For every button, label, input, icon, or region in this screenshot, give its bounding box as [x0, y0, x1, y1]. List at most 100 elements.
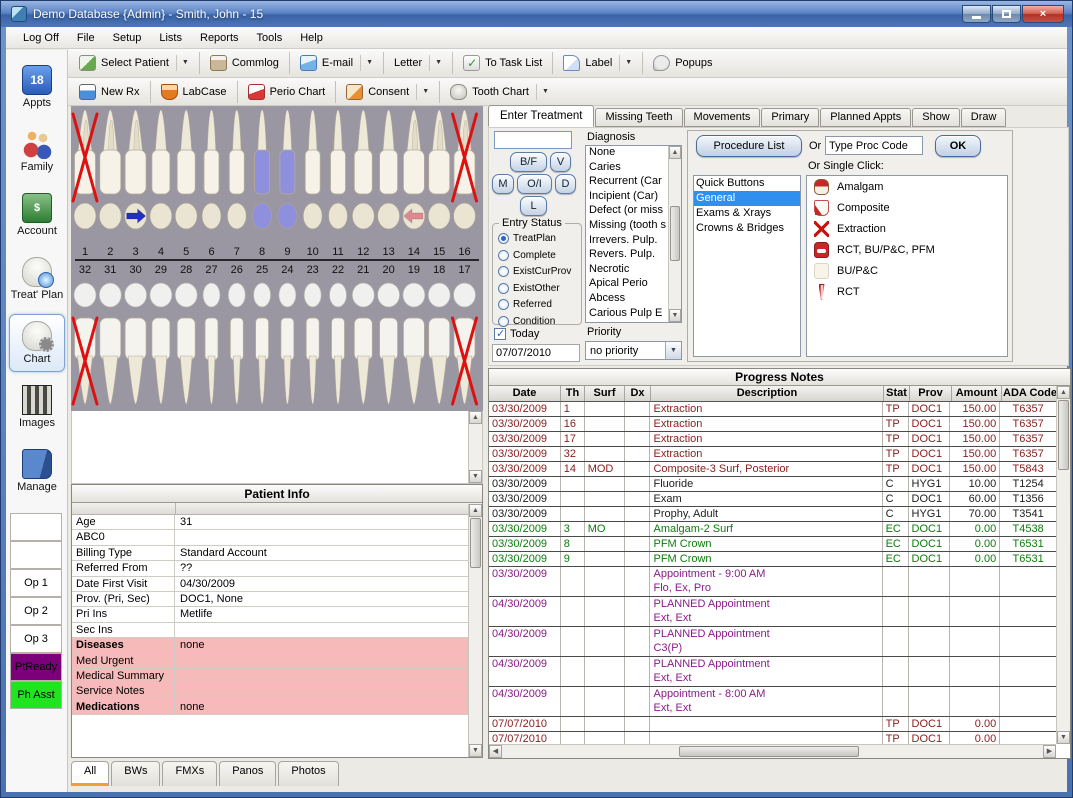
op-button-op-2[interactable]: Op 2: [10, 597, 62, 625]
chart-note-scrollbar[interactable]: ▲ ▼: [468, 411, 482, 483]
patient-info-row-abc0[interactable]: ABC0: [72, 530, 468, 545]
table-row[interactable]: 07/07/2010TPDOC10.00: [489, 717, 1056, 732]
title-bar[interactable]: Demo Database {Admin} - Smith, John - 15…: [1, 1, 1072, 27]
op-empty-slot[interactable]: [10, 513, 62, 541]
tab-missing-teeth[interactable]: Missing Teeth: [595, 108, 682, 127]
menu-lists[interactable]: Lists: [150, 29, 191, 47]
patient-info-row-medical-summary[interactable]: Medical Summary: [72, 669, 468, 684]
sidebar-item-images[interactable]: Images: [9, 378, 65, 436]
sidebar-item-treat-plan[interactable]: Treat' Plan: [9, 250, 65, 308]
column-header-prov[interactable]: Prov: [910, 386, 952, 401]
table-row[interactable]: 03/30/2009FluorideCHYG110.00T1254: [489, 477, 1056, 492]
patient-info-row-date-first-visit[interactable]: Date First Visit04/30/2009: [72, 577, 468, 592]
table-row[interactable]: 07/07/2010TPDOC10.00: [489, 732, 1056, 744]
status-button-ph-asst[interactable]: Ph Asst: [10, 681, 62, 709]
table-row[interactable]: 04/30/2009PLANNED AppointmentC3(P): [489, 627, 1056, 657]
entry-status-option-complete[interactable]: Complete: [493, 248, 581, 264]
image-tab-panos[interactable]: Panos: [219, 761, 276, 786]
progress-notes-hscrollbar[interactable]: ◀ ▶: [489, 744, 1056, 758]
table-row[interactable]: 04/30/2009PLANNED AppointmentExt, Ext: [489, 597, 1056, 627]
diagnosis-option-apical-perio[interactable]: Apical Perio: [586, 277, 681, 292]
menu-reports[interactable]: Reports: [191, 29, 248, 47]
image-tab-all[interactable]: All: [71, 761, 109, 786]
diagnosis-option-revers-pulp[interactable]: Revers. Pulp.: [586, 248, 681, 263]
chevron-down-icon[interactable]: ▼: [360, 55, 373, 71]
single-click-rct-bu-p-c-pfm[interactable]: RCT, BU/P&C, PFM: [807, 239, 1007, 260]
surface-button-oi[interactable]: O/I: [517, 174, 552, 194]
patient-info-scrollbar[interactable]: ▲ ▼: [468, 504, 482, 757]
diagnosis-option-missing-tooth-s[interactable]: Missing (tooth s: [586, 219, 681, 234]
quick-category-quick-buttons[interactable]: Quick Buttons: [694, 176, 800, 191]
diagnosis-scrollbar[interactable]: ▲ ▼: [668, 146, 681, 322]
menu-log-off[interactable]: Log Off: [14, 29, 68, 47]
diagnosis-option-defect-or-miss[interactable]: Defect (or miss: [586, 204, 681, 219]
surface-button-d[interactable]: D: [555, 174, 576, 194]
maximize-button[interactable]: [992, 5, 1021, 23]
minimize-button[interactable]: [962, 5, 991, 23]
op-button-op-1[interactable]: Op 1: [10, 569, 62, 597]
toolbar-button-tooth-chart[interactable]: Tooth Chart▼: [443, 80, 556, 104]
scroll-up-arrow[interactable]: ▲: [1057, 386, 1070, 399]
scroll-down-arrow[interactable]: ▼: [469, 470, 482, 483]
menu-help[interactable]: Help: [291, 29, 332, 47]
tab-movements[interactable]: Movements: [684, 108, 761, 127]
table-row[interactable]: 03/30/20091ExtractionTPDOC1150.00T6357: [489, 402, 1056, 417]
sidebar-item-appts[interactable]: 18Appts: [9, 58, 65, 116]
chevron-down-icon[interactable]: ▼: [176, 55, 189, 71]
radio-icon[interactable]: [498, 283, 509, 294]
image-tab-fmxs[interactable]: FMXs: [162, 761, 217, 786]
entry-status-option-existother[interactable]: ExistOther: [493, 281, 581, 297]
table-row[interactable]: 03/30/2009Prophy, AdultCHYG170.00T3541: [489, 507, 1056, 522]
sidebar-item-manage[interactable]: Manage: [9, 442, 65, 500]
single-click-bu-p-c[interactable]: BU/P&C: [807, 260, 1007, 281]
quick-category-crowns-bridges[interactable]: Crowns & Bridges: [694, 221, 800, 236]
single-click-amalgam[interactable]: Amalgam: [807, 176, 1007, 197]
toolbar-button-labcase[interactable]: LabCase: [154, 80, 234, 104]
entry-status-option-existcurprov[interactable]: ExistCurProv: [493, 264, 581, 280]
sidebar-item-account[interactable]: $Account: [9, 186, 65, 244]
scroll-down-arrow[interactable]: ▼: [669, 309, 681, 322]
chevron-down-icon[interactable]: ▼: [619, 55, 632, 71]
toolbar-button-e-mail[interactable]: E-mail▼: [293, 51, 380, 75]
quick-category-exams-xrays[interactable]: Exams & Xrays: [694, 206, 800, 221]
tooth-number-input[interactable]: [494, 131, 572, 149]
ok-button[interactable]: OK: [935, 135, 981, 157]
scroll-down-arrow[interactable]: ▼: [469, 744, 482, 757]
table-row[interactable]: 04/30/2009PLANNED AppointmentExt, Ext: [489, 657, 1056, 687]
column-header-amount[interactable]: Amount: [952, 386, 1002, 401]
radio-icon[interactable]: [498, 316, 509, 327]
table-row[interactable]: 03/30/200917ExtractionTPDOC1150.00T6357: [489, 432, 1056, 447]
quick-category-general[interactable]: General: [694, 191, 800, 206]
table-row[interactable]: 03/30/200932ExtractionTPDOC1150.00T6357: [489, 447, 1056, 462]
column-header-th[interactable]: Th: [561, 386, 585, 401]
tooth-chart[interactable]: 1234567891011121314151632313029282726252…: [71, 106, 483, 411]
image-tab-photos[interactable]: Photos: [278, 761, 338, 786]
surface-button-l[interactable]: L: [520, 196, 547, 216]
toolbar-button-select-patient[interactable]: Select Patient▼: [72, 51, 196, 75]
column-header-description[interactable]: Description: [651, 386, 884, 401]
surface-button-bf[interactable]: B/F: [510, 152, 547, 172]
diagnosis-option-incipient-car[interactable]: Incipient (Car): [586, 190, 681, 205]
toolbar-button-label[interactable]: Label▼: [556, 51, 639, 75]
patient-info-row-referred-from[interactable]: Referred From??: [72, 561, 468, 576]
menu-setup[interactable]: Setup: [104, 29, 151, 47]
table-row[interactable]: 03/30/2009ExamCDOC160.00T1356: [489, 492, 1056, 507]
table-row[interactable]: 03/30/200916ExtractionTPDOC1150.00T6357: [489, 417, 1056, 432]
sidebar-item-chart[interactable]: Chart: [9, 314, 65, 372]
column-header-surf[interactable]: Surf: [585, 386, 625, 401]
patient-info-row-pri-ins[interactable]: Pri InsMetlife: [72, 607, 468, 622]
radio-icon[interactable]: [498, 266, 509, 277]
toolbar-button-popups[interactable]: Popups: [646, 51, 719, 75]
procedure-list-button[interactable]: Procedure List: [696, 135, 802, 157]
table-row[interactable]: 04/30/2009Appointment - 8:00 AMExt, Ext: [489, 687, 1056, 717]
scroll-up-arrow[interactable]: ▲: [469, 411, 482, 424]
single-click-extraction[interactable]: Extraction: [807, 218, 1007, 239]
today-checkbox[interactable]: [494, 328, 506, 340]
entry-status-option-referred[interactable]: Referred: [493, 297, 581, 313]
diagnosis-option-none[interactable]: None: [586, 146, 681, 161]
op-empty-slot[interactable]: [10, 541, 62, 569]
scroll-up-arrow[interactable]: ▲: [469, 504, 482, 517]
image-tab-bws[interactable]: BWs: [111, 761, 160, 786]
toolbar-button-consent[interactable]: Consent▼: [339, 80, 436, 104]
toolbar-button-commlog[interactable]: Commlog: [203, 51, 286, 75]
